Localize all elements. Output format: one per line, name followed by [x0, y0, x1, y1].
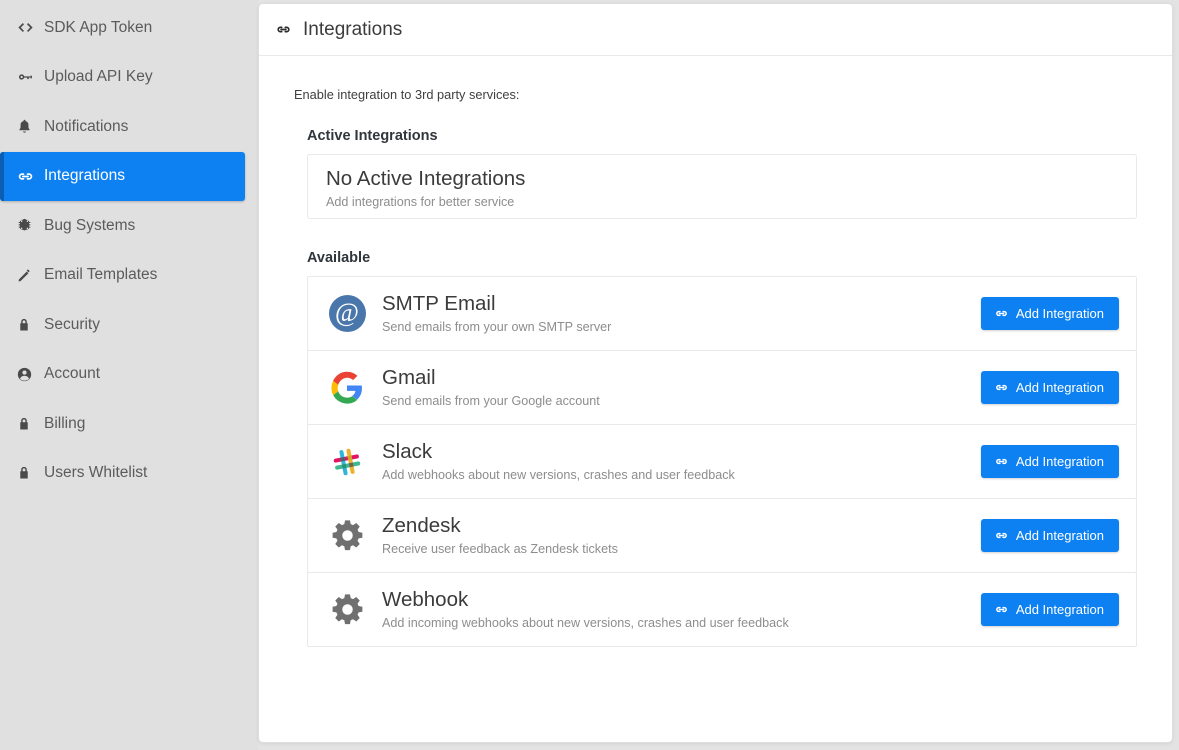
list-item[interactable]: Slack Add webhooks about new versions, c…: [307, 424, 1137, 499]
integration-name: Zendesk: [382, 515, 981, 538]
integration-text: Gmail Send emails from your Google accou…: [382, 367, 981, 408]
sidebar-item-label: Notifications: [42, 118, 128, 136]
sidebar-item-label: Upload API Key: [42, 68, 153, 86]
gear-icon: [326, 515, 368, 557]
empty-state-subtitle: Add integrations for better service: [326, 195, 1136, 209]
sidebar-item-integrations[interactable]: Integrations: [0, 152, 245, 202]
link-icon: [275, 21, 292, 38]
integration-description: Send emails from your own SMTP server: [382, 320, 981, 334]
intro-text: Enable integration to 3rd party services…: [294, 87, 1137, 102]
add-integration-label: Add Integration: [1016, 454, 1104, 469]
add-integration-button[interactable]: Add Integration: [981, 297, 1119, 330]
sidebar-item-bug-systems[interactable]: Bug Systems: [0, 201, 258, 251]
sidebar-item-notifications[interactable]: Notifications: [0, 102, 258, 152]
link-icon: [16, 167, 42, 186]
link-icon: [994, 454, 1009, 469]
bell-icon: [16, 118, 42, 135]
page-title: Integrations: [292, 19, 402, 41]
lock-icon: [16, 317, 42, 333]
integration-name: Slack: [382, 441, 981, 464]
key-icon: [16, 68, 42, 86]
sidebar-item-billing[interactable]: Billing: [0, 399, 258, 449]
panel-header: Integrations: [259, 4, 1172, 56]
lock-icon: [16, 416, 42, 432]
sidebar-item-email-templates[interactable]: Email Templates: [0, 251, 258, 301]
list-item[interactable]: @ SMTP Email Send emails from your own S…: [307, 276, 1137, 351]
sidebar-item-upload-api-key[interactable]: Upload API Key: [0, 53, 258, 103]
integration-description: Send emails from your Google account: [382, 394, 981, 408]
integration-description: Add webhooks about new versions, crashes…: [382, 468, 981, 482]
sidebar-item-label: SDK App Token: [42, 19, 152, 37]
sidebar-item-label: Email Templates: [42, 266, 157, 284]
add-integration-button[interactable]: Add Integration: [981, 519, 1119, 552]
link-icon: [994, 306, 1009, 321]
add-integration-label: Add Integration: [1016, 528, 1104, 543]
available-heading: Available: [307, 250, 1137, 266]
sidebar-item-label: Users Whitelist: [42, 464, 147, 482]
add-integration-label: Add Integration: [1016, 380, 1104, 395]
code-brackets-icon: [16, 18, 42, 37]
list-item[interactable]: Webhook Add incoming webhooks about new …: [307, 572, 1137, 647]
google-g-icon: [326, 367, 368, 409]
integration-description: Receive user feedback as Zendesk tickets: [382, 542, 981, 556]
settings-sidebar: SDK App Token Upload API Key Notificatio…: [0, 0, 258, 750]
integration-text: Slack Add webhooks about new versions, c…: [382, 441, 981, 482]
panel-body: Enable integration to 3rd party services…: [259, 56, 1172, 647]
add-integration-button[interactable]: Add Integration: [981, 445, 1119, 478]
slack-hash-icon: [326, 441, 368, 483]
integration-text: Zendesk Receive user feedback as Zendesk…: [382, 515, 981, 556]
sidebar-item-label: Security: [42, 316, 100, 334]
add-integration-button[interactable]: Add Integration: [981, 593, 1119, 626]
link-icon: [994, 380, 1009, 395]
app-root: SDK App Token Upload API Key Notificatio…: [0, 0, 1179, 750]
link-icon: [994, 528, 1009, 543]
no-active-integrations-card: No Active Integrations Add integrations …: [307, 154, 1137, 219]
integration-name: SMTP Email: [382, 293, 981, 316]
add-integration-button[interactable]: Add Integration: [981, 371, 1119, 404]
sidebar-item-label: Account: [42, 365, 100, 383]
integration-name: Webhook: [382, 589, 981, 612]
lock-icon: [16, 465, 42, 481]
bug-icon: [16, 217, 42, 234]
integration-text: Webhook Add incoming webhooks about new …: [382, 589, 981, 630]
add-integration-label: Add Integration: [1016, 306, 1104, 321]
list-item[interactable]: Gmail Send emails from your Google accou…: [307, 350, 1137, 425]
available-integrations-list: @ SMTP Email Send emails from your own S…: [307, 276, 1137, 647]
active-integrations-heading: Active Integrations: [307, 128, 1137, 144]
sidebar-item-sdk-app-token[interactable]: SDK App Token: [0, 3, 258, 53]
integration-description: Add incoming webhooks about new versions…: [382, 616, 981, 630]
sidebar-item-label: Integrations: [42, 167, 125, 185]
empty-state-title: No Active Integrations: [326, 167, 1136, 192]
list-item[interactable]: Zendesk Receive user feedback as Zendesk…: [307, 498, 1137, 573]
pencil-icon: [16, 267, 42, 284]
integration-text: SMTP Email Send emails from your own SMT…: [382, 293, 981, 334]
add-integration-label: Add Integration: [1016, 602, 1104, 617]
sidebar-item-label: Billing: [42, 415, 85, 433]
sidebar-item-security[interactable]: Security: [0, 300, 258, 350]
at-sign-icon: @: [326, 293, 368, 335]
gear-icon: [326, 589, 368, 631]
person-icon: [16, 366, 42, 383]
integrations-panel: Integrations Enable integration to 3rd p…: [258, 3, 1173, 743]
integration-name: Gmail: [382, 367, 981, 390]
sidebar-item-label: Bug Systems: [42, 217, 135, 235]
sidebar-item-account[interactable]: Account: [0, 350, 258, 400]
link-icon: [994, 602, 1009, 617]
sidebar-item-users-whitelist[interactable]: Users Whitelist: [0, 449, 258, 499]
